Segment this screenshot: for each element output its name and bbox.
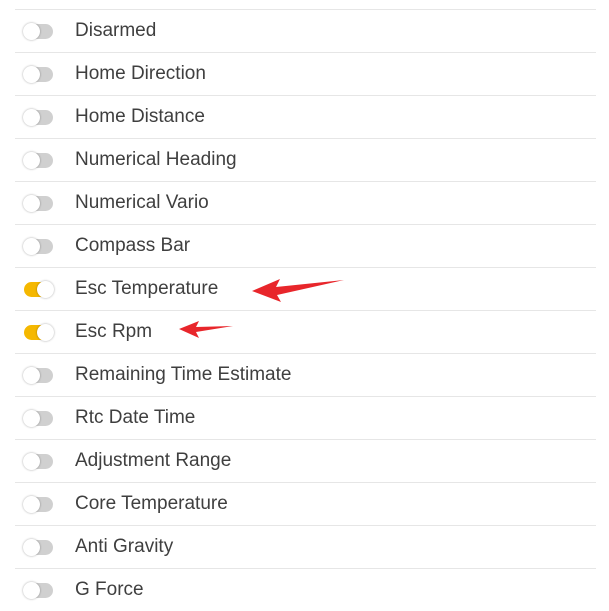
list-item-numerical-heading: Numerical Heading	[15, 139, 596, 182]
toggle-knob	[23, 109, 40, 126]
toggle-knob	[23, 238, 40, 255]
toggle-knob	[23, 410, 40, 427]
item-label: Adjustment Range	[75, 450, 232, 471]
item-label: Esc Temperature	[75, 278, 219, 299]
toggle-knob	[37, 324, 54, 341]
toggle-knob	[23, 195, 40, 212]
toggle-knob	[23, 66, 40, 83]
toggle-knob	[23, 582, 40, 599]
item-label: Numerical Vario	[75, 192, 209, 213]
list-item-home-direction: Home Direction	[15, 53, 596, 96]
toggle-switch[interactable]	[23, 109, 53, 126]
toggle-switch[interactable]	[24, 281, 54, 298]
item-label: Compass Bar	[75, 235, 191, 256]
list-item-esc-temperature: Esc Temperature	[15, 268, 596, 311]
toggle-switch[interactable]	[23, 582, 53, 599]
toggle-switch[interactable]	[23, 453, 53, 470]
item-label: Home Direction	[75, 63, 206, 84]
list-item-rtc-date-time: Rtc Date Time	[15, 397, 596, 440]
toggle-knob	[23, 539, 40, 556]
toggle-switch[interactable]	[23, 66, 53, 83]
toggle-switch[interactable]	[23, 496, 53, 513]
list-item-adjustment-range: Adjustment Range	[15, 440, 596, 483]
item-label: Numerical Heading	[75, 149, 237, 170]
list-item-numerical-vario: Numerical Vario	[15, 182, 596, 225]
toggle-knob	[23, 152, 40, 169]
toggle-knob	[23, 496, 40, 513]
list-item-anti-gravity: Anti Gravity	[15, 526, 596, 569]
list-item-esc-rpm: Esc Rpm	[15, 311, 596, 354]
list-item-compass-bar: Compass Bar	[15, 225, 596, 268]
list-item-core-temperature: Core Temperature	[15, 483, 596, 526]
item-label: G Force	[75, 579, 144, 600]
toggle-knob	[37, 281, 54, 298]
osd-elements-list: Disarmed Home Direction Home Distance Nu…	[15, 9, 596, 611]
item-label: Anti Gravity	[75, 536, 174, 557]
toggle-switch[interactable]	[23, 410, 53, 427]
toggle-switch[interactable]	[23, 195, 53, 212]
item-label: Esc Rpm	[75, 321, 153, 342]
toggle-knob	[23, 453, 40, 470]
toggle-knob	[23, 23, 40, 40]
toggle-knob	[23, 367, 40, 384]
item-label: Remaining Time Estimate	[75, 364, 292, 385]
toggle-switch[interactable]	[23, 23, 53, 40]
toggle-switch[interactable]	[24, 324, 54, 341]
toggle-switch[interactable]	[23, 539, 53, 556]
list-item-remaining-time-estimate: Remaining Time Estimate	[15, 354, 596, 397]
list-item-disarmed: Disarmed	[15, 10, 596, 53]
item-label: Home Distance	[75, 106, 205, 127]
item-label: Core Temperature	[75, 493, 228, 514]
toggle-switch[interactable]	[23, 152, 53, 169]
item-label: Disarmed	[75, 20, 157, 41]
list-item-home-distance: Home Distance	[15, 96, 596, 139]
item-label: Rtc Date Time	[75, 407, 196, 428]
toggle-switch[interactable]	[23, 367, 53, 384]
toggle-switch[interactable]	[23, 238, 53, 255]
